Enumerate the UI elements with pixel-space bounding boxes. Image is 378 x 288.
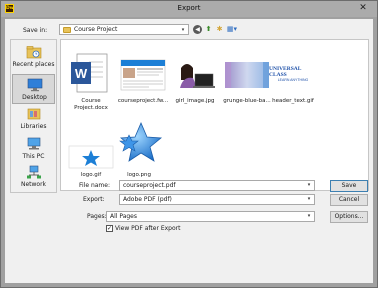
header-thumb-line1: UNIVERSAL CLASS xyxy=(269,66,302,78)
places-bar: Recent places Desktop Libraries This PC … xyxy=(10,39,57,193)
large-star-logo-icon xyxy=(119,121,163,162)
back-icon[interactable]: ◀ xyxy=(193,25,202,34)
place-desktop[interactable]: Desktop xyxy=(12,74,55,104)
file-name: courseproject.fw... xyxy=(117,98,169,104)
save-in-label: Save in: xyxy=(23,27,48,34)
header-thumb-line2: LEARN ANYTHING xyxy=(277,78,309,82)
chevron-down-icon[interactable]: ▾ xyxy=(305,181,313,190)
file-name-input[interactable]: courseproject.pdf ▾ xyxy=(119,180,315,191)
window-title: Export xyxy=(177,4,201,12)
file-list[interactable]: W Course Project.docx courseproject.fw..… xyxy=(60,39,369,191)
chevron-down-icon: ▾ xyxy=(181,27,185,33)
header-text-thumbnail: UNIVERSAL CLASS LEARN ANYTHING xyxy=(269,52,317,96)
chevron-down-icon: ▾ xyxy=(307,196,311,202)
file-name-label: File name: xyxy=(79,182,110,189)
export-label: Export: xyxy=(83,196,105,203)
libraries-icon xyxy=(27,108,41,120)
view-pdf-checkbox[interactable]: ✓ xyxy=(106,225,113,232)
file-item-logo-png[interactable]: logo.png xyxy=(111,121,167,182)
pages-dropdown[interactable]: All Pages ▾ xyxy=(106,211,315,222)
file-item-courseproject-fw[interactable]: courseproject.fw... xyxy=(115,52,171,108)
place-network[interactable]: Network xyxy=(12,162,55,192)
cancel-button[interactable]: Cancel xyxy=(330,194,368,206)
title-bar: Dw Export ✕ xyxy=(1,1,377,17)
export-format-value: Adobe PDF (pdf) xyxy=(123,196,172,203)
webpage-thumbnail-icon xyxy=(120,59,166,91)
place-this-pc[interactable]: This PC xyxy=(12,134,55,164)
close-button[interactable]: ✕ xyxy=(357,2,369,14)
new-folder-icon[interactable]: ✱ xyxy=(215,25,224,34)
navigation-toolbar: ◀ ⬆ ✱ ▦▾ xyxy=(193,24,241,36)
options-button[interactable]: Options... xyxy=(330,211,368,223)
view-pdf-label: View PDF after Export xyxy=(115,225,181,232)
file-item-header-text[interactable]: UNIVERSAL CLASS LEARN ANYTHING header_te… xyxy=(265,52,321,108)
svg-text:W: W xyxy=(75,66,88,81)
view-menu-icon[interactable]: ▦▾ xyxy=(226,25,238,34)
file-name: header_text.gif xyxy=(272,98,314,104)
place-label: Network xyxy=(20,181,47,188)
grunge-background-thumbnail-icon xyxy=(225,62,269,88)
folder-icon xyxy=(63,27,71,33)
chevron-down-icon: ▾ xyxy=(307,213,311,219)
pages-label: Pages: xyxy=(87,213,107,220)
file-item-girl-image[interactable]: girl_image.jpg xyxy=(167,52,223,108)
export-format-dropdown[interactable]: Adobe PDF (pdf) ▾ xyxy=(119,194,315,205)
file-name: logo.png xyxy=(127,172,151,178)
export-dialog: Dw Export ✕ Save in: Course Project ▾ ◀ … xyxy=(0,0,378,288)
save-button[interactable]: Save xyxy=(330,180,368,192)
save-in-dropdown[interactable]: Course Project ▾ xyxy=(59,24,189,35)
place-label: Desktop xyxy=(22,94,47,101)
computer-icon xyxy=(27,137,41,150)
recent-places-icon xyxy=(26,46,42,59)
file-item-course-project-docx[interactable]: W Course Project.docx xyxy=(63,52,119,111)
word-document-icon: W xyxy=(71,53,108,93)
place-label: Libraries xyxy=(20,123,47,130)
file-name: Course Project.docx xyxy=(74,98,108,111)
file-name-value: courseproject.pdf xyxy=(123,182,176,189)
up-folder-icon[interactable]: ⬆ xyxy=(204,25,213,34)
pages-value: All Pages xyxy=(110,213,137,220)
save-in-value: Course Project xyxy=(74,26,118,33)
file-name: girl_image.jpg xyxy=(175,98,215,104)
dialog-body: Save in: Course Project ▾ ◀ ⬆ ✱ ▦▾ Recen… xyxy=(5,19,373,283)
place-label: Recent places xyxy=(12,61,55,68)
small-star-logo-icon xyxy=(68,145,114,169)
desktop-icon xyxy=(27,78,43,92)
place-label: This PC xyxy=(22,153,45,160)
place-libraries[interactable]: Libraries xyxy=(12,104,55,134)
photo-thumbnail-icon xyxy=(173,62,217,88)
network-icon xyxy=(27,165,41,179)
place-recent-places[interactable]: Recent places xyxy=(12,42,55,72)
